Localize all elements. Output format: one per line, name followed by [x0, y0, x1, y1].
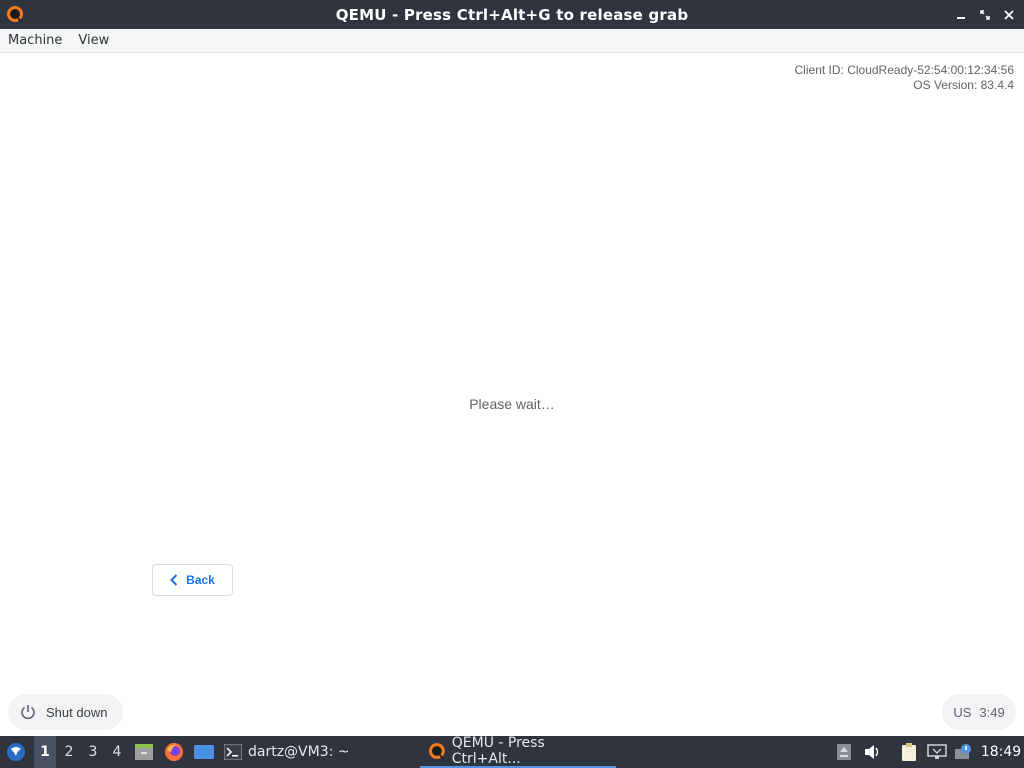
- shutdown-label: Shut down: [46, 704, 108, 720]
- qemu-icon[interactable]: [6, 5, 24, 23]
- please-wait-text: Please wait…: [469, 396, 555, 412]
- task-qemu-label: QEMU - Press Ctrl+Alt...: [451, 735, 545, 767]
- keyboard-layout: US: [953, 704, 972, 720]
- back-label: Back: [186, 573, 215, 587]
- minimize-icon[interactable]: [952, 6, 970, 24]
- shutdown-button[interactable]: Shut down: [8, 694, 123, 730]
- workspace-4[interactable]: 4: [106, 736, 128, 768]
- workspace-2[interactable]: 2: [58, 736, 80, 768]
- vm-display[interactable]: Client ID: CloudReady-52:54:00:12:34:56 …: [0, 53, 1024, 736]
- window-controls: [952, 0, 1018, 29]
- task-terminal[interactable]: dartz@VM3: ~: [224, 736, 414, 768]
- close-icon[interactable]: [1000, 6, 1018, 24]
- vm-time: 3:49: [979, 704, 1005, 720]
- volume-icon[interactable]: [862, 736, 884, 768]
- qemu-icon: [428, 743, 445, 759]
- firefox-icon[interactable]: [162, 736, 186, 768]
- task-qemu[interactable]: QEMU - Press Ctrl+Alt...: [420, 735, 616, 768]
- workspace-3[interactable]: 3: [82, 736, 104, 768]
- screen: QEMU - Press Ctrl+Alt+G to release grab …: [0, 0, 1024, 768]
- clipboard-icon[interactable]: [898, 736, 920, 768]
- os-version-text: OS Version: 83.4.4: [913, 78, 1014, 92]
- desktop-icon[interactable]: [192, 736, 216, 768]
- menubar: Machine View: [0, 29, 1024, 53]
- status-area[interactable]: US 3:49: [942, 694, 1016, 730]
- clock[interactable]: 18:49: [980, 736, 1022, 768]
- maximize-icon[interactable]: [976, 6, 994, 24]
- chevron-left-icon: [170, 574, 178, 586]
- window-title: QEMU - Press Ctrl+Alt+G to release grab: [335, 5, 689, 24]
- client-info: Client ID: CloudReady-52:54:00:12:34:56 …: [795, 63, 1014, 93]
- back-button[interactable]: Back: [152, 564, 233, 596]
- file-manager-icon[interactable]: [132, 736, 156, 768]
- taskbar: 1 2 3 4 dartz@VM3: ~ QEMU - Press Ctrl+A…: [0, 735, 1024, 768]
- task-terminal-label: dartz@VM3: ~: [248, 744, 350, 760]
- terminal-icon: [224, 744, 242, 760]
- network-icon[interactable]: [926, 736, 948, 768]
- notification-icon[interactable]: [952, 736, 974, 768]
- start-menu-icon[interactable]: [4, 736, 28, 768]
- workspace-1[interactable]: 1: [34, 736, 56, 768]
- menu-machine[interactable]: Machine: [0, 29, 70, 52]
- tray-upload-icon[interactable]: [834, 736, 854, 768]
- client-id-text: Client ID: CloudReady-52:54:00:12:34:56: [794, 63, 1014, 77]
- power-icon: [21, 705, 35, 720]
- window-titlebar[interactable]: QEMU - Press Ctrl+Alt+G to release grab: [0, 0, 1024, 29]
- menu-view[interactable]: View: [70, 29, 117, 52]
